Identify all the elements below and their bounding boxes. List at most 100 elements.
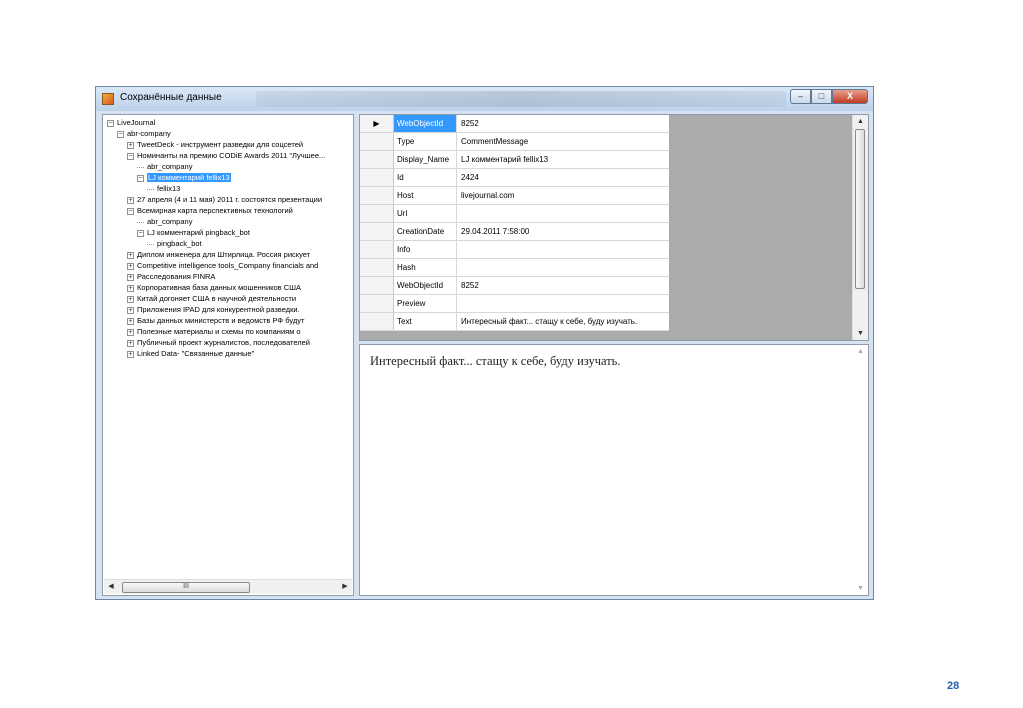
grid-row[interactable]: Id 2424 (360, 169, 669, 187)
scroll-down-arrow-icon[interactable]: ▼ (853, 582, 868, 595)
property-name-cell[interactable]: CreationDate (394, 223, 457, 240)
property-value-cell[interactable]: LJ комментарий fellix13 (458, 151, 669, 168)
tree-node[interactable]: − LJ комментарий fellix13 (103, 172, 353, 183)
data-tree-view[interactable]: + Linked Data- "Связанные данные" + Публичн… (102, 114, 354, 596)
text-vertical-scrollbar[interactable]: ▲ ▼ (853, 345, 868, 595)
text-preview-panel[interactable]: Интересный факт... стащу к себе, буду из… (359, 344, 869, 596)
row-header[interactable] (360, 133, 394, 150)
scroll-thumb[interactable]: III (122, 582, 250, 593)
tree-node-label[interactable]: LiveJournal (117, 118, 155, 127)
tree-node-label[interactable]: fellix13 (157, 184, 180, 193)
row-header[interactable]: ▶ (360, 115, 394, 132)
tree-node-label[interactable]: Публичный проект журналистов, последоват… (137, 338, 310, 347)
tree-node[interactable]: + Корпоративная база данных мошенников СШ… (103, 282, 353, 293)
tree-node[interactable]: + Linked Data- "Связанные данные" (103, 348, 353, 359)
close-button[interactable]: X (832, 89, 868, 104)
tree-node[interactable]: + Китай догоняет США в научной деятельнос… (103, 293, 353, 304)
title-bar[interactable]: Сохранённые данные – □ X (96, 87, 873, 111)
collapse-icon[interactable]: − (137, 174, 144, 182)
property-name-cell[interactable]: Preview (394, 295, 457, 312)
row-header[interactable] (360, 277, 394, 294)
grid-row[interactable]: Display_Name LJ комментарий fellix13 (360, 151, 669, 169)
property-value-cell[interactable] (458, 241, 669, 258)
tree-node[interactable]: pingback_bot (103, 238, 353, 249)
tree-node-label[interactable]: Полезные материалы и схемы по компаниям … (137, 327, 301, 336)
collapse-icon[interactable]: − (127, 152, 134, 160)
expand-icon[interactable]: + (127, 141, 134, 149)
grid-row[interactable]: Url (360, 205, 669, 223)
tree-node[interactable]: + Публичный проект журналистов, последова… (103, 337, 353, 348)
property-value-cell[interactable] (458, 295, 669, 312)
scroll-right-arrow-icon[interactable]: ▶ (338, 580, 352, 594)
property-name-cell[interactable]: Info (394, 241, 457, 258)
tree-node-label[interactable]: abr_company (147, 217, 192, 226)
property-value-cell[interactable]: 8252 (458, 115, 669, 132)
properties-grid[interactable]: ▶ WebObjectId 8252 Type CommentMessage Displa… (360, 115, 669, 331)
row-header[interactable] (360, 151, 394, 168)
expand-icon[interactable]: + (127, 262, 134, 270)
property-name-cell[interactable]: WebObjectId (394, 115, 457, 132)
grid-row[interactable]: Type CommentMessage (360, 133, 669, 151)
grid-vertical-scrollbar[interactable]: ▲ ▼ (852, 115, 868, 340)
expand-icon[interactable]: + (127, 317, 134, 325)
row-header[interactable] (360, 223, 394, 240)
tree-node-label[interactable]: LJ комментарий pingback_bot (147, 228, 250, 237)
tree-node[interactable]: fellix13 (103, 183, 353, 194)
property-value-cell[interactable]: 29.04.2011 7:58:00 (458, 223, 669, 240)
property-value-cell[interactable]: 8252 (458, 277, 669, 294)
tree-node-label[interactable]: Всемирная карта перспективных технологий (137, 206, 293, 215)
tree-node-label[interactable]: TweetDeck - инструмент разведки для соцс… (137, 140, 303, 149)
tree-node[interactable]: − Номинанты на премию CODiE Awards 2011 "… (103, 150, 353, 161)
grid-row[interactable]: Hash (360, 259, 669, 277)
row-header[interactable] (360, 241, 394, 258)
property-value-cell[interactable] (458, 259, 669, 276)
minimize-button[interactable]: – (790, 89, 811, 104)
tree-node-label[interactable]: Linked Data- "Связанные данные" (137, 349, 254, 358)
grid-row[interactable]: Info (360, 241, 669, 259)
tree-node[interactable]: − LJ комментарий pingback_bot (103, 227, 353, 238)
collapse-icon[interactable]: − (137, 229, 144, 237)
tree-node-label[interactable]: pingback_bot (157, 239, 202, 248)
tree-node[interactable]: − Всемирная карта перспективных технологи… (103, 205, 353, 216)
property-value-cell[interactable] (458, 205, 669, 222)
scroll-up-arrow-icon[interactable]: ▲ (853, 345, 868, 358)
property-value-cell[interactable]: CommentMessage (458, 133, 669, 150)
row-header[interactable] (360, 259, 394, 276)
tree-node-label[interactable]: abr_company (147, 162, 192, 171)
tree-node[interactable]: + Competitive intelligence tools_Company … (103, 260, 353, 271)
scroll-thumb[interactable] (855, 129, 865, 289)
expand-icon[interactable]: + (127, 251, 134, 259)
expand-icon[interactable]: + (127, 350, 134, 358)
tree-node[interactable]: +27 апреля (4 и 11 мая) 2011 г. состоятс… (103, 194, 353, 205)
property-value-cell[interactable]: 2424 (458, 169, 669, 186)
tree-node-label[interactable]: Китай догоняет США в научной деятельност… (137, 294, 296, 303)
property-value-cell[interactable]: Интересный факт... стащу к себе, буду из… (458, 313, 669, 330)
tree-node-label[interactable]: LJ комментарий fellix13 (147, 173, 231, 182)
tree-node[interactable]: abr_company (103, 216, 353, 227)
maximize-button[interactable]: □ (811, 89, 832, 104)
property-name-cell[interactable]: Type (394, 133, 457, 150)
scroll-left-arrow-icon[interactable]: ◀ (104, 580, 118, 594)
row-header[interactable] (360, 187, 394, 204)
property-name-cell[interactable]: Text (394, 313, 457, 330)
tree-horizontal-scrollbar[interactable]: ◀ III ▶ (104, 579, 352, 594)
tree-node-label[interactable]: abr-company (127, 129, 171, 138)
grid-row[interactable]: ▶ WebObjectId 8252 (360, 115, 669, 133)
row-header[interactable] (360, 313, 394, 330)
expand-icon[interactable]: + (127, 306, 134, 314)
tree-node-label[interactable]: Базы данных министерств и ведомств РФ бу… (137, 316, 304, 325)
expand-icon[interactable]: + (127, 339, 134, 347)
grid-row[interactable]: Preview (360, 295, 669, 313)
property-value-cell[interactable]: livejournal.com (458, 187, 669, 204)
tree-node[interactable]: − LiveJournal (103, 117, 353, 128)
tree-node[interactable]: + TweetDeck - инструмент разведки для соц… (103, 139, 353, 150)
tree-node[interactable]: + Приложения IPAD для конкурентной развед… (103, 304, 353, 315)
row-header[interactable] (360, 169, 394, 186)
tree-node[interactable]: + Диплом инженера для Штирлица. Россия ри… (103, 249, 353, 260)
expand-icon[interactable]: + (127, 295, 134, 303)
tree-node-label[interactable]: Корпоративная база данных мошенников США (137, 283, 301, 292)
property-name-cell[interactable]: WebObjectId (394, 277, 457, 294)
scroll-up-arrow-icon[interactable]: ▲ (853, 115, 868, 128)
grid-row[interactable]: Host livejournal.com (360, 187, 669, 205)
expand-icon[interactable]: + (127, 196, 134, 204)
